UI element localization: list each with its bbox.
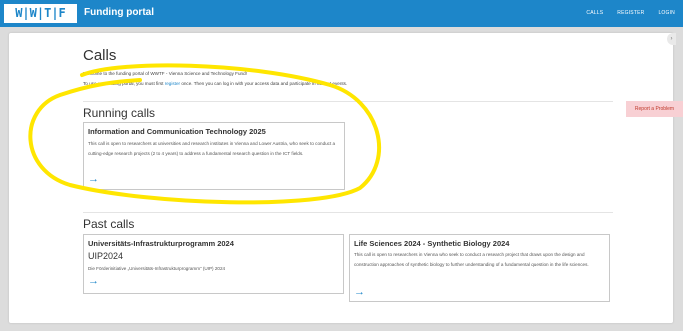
side-tab-icon[interactable]: › xyxy=(667,33,676,45)
wwtf-logo[interactable]: W|W|T|F xyxy=(4,4,77,23)
welcome-text-b: once. Then you can log in with your acce… xyxy=(180,81,348,86)
call-description: Die Förderinitiative „Universitäts-Infra… xyxy=(88,266,226,271)
register-link[interactable]: register xyxy=(165,81,180,86)
welcome-line-2: To use our funding portal, you must firs… xyxy=(83,79,403,89)
call-subtitle: UIP2024 xyxy=(88,251,124,261)
welcome-line-1: Welcome to the funding portal of WWTF - … xyxy=(83,71,247,76)
arrow-right-icon[interactable]: → xyxy=(88,275,99,287)
nav-register-link[interactable]: REGISTER xyxy=(617,10,644,16)
arrow-right-icon[interactable]: → xyxy=(88,173,99,185)
nav-calls-link[interactable]: CALLS xyxy=(586,10,603,16)
call-description: This call is open to researchers in Vien… xyxy=(354,252,589,267)
welcome-text-a: To use our funding portal, you must firs… xyxy=(83,81,165,86)
portal-title[interactable]: Funding portal xyxy=(84,7,154,18)
running-calls-heading: Running calls xyxy=(83,106,156,120)
call-card-ict-2025[interactable]: Information and Communication Technology… xyxy=(83,122,345,190)
call-title[interactable]: Life Sciences 2024 - Synthetic Biology 2… xyxy=(354,239,509,248)
welcome-text: Welcome to the funding portal of WWTF - … xyxy=(83,69,403,89)
top-navigation-bar: W|W|T|F Funding portal CALLS REGISTER LO… xyxy=(0,0,683,27)
top-nav: CALLS REGISTER LOGIN xyxy=(586,10,675,16)
call-title[interactable]: Universitäts-Infrastrukturprogramm 2024 xyxy=(88,239,234,248)
past-calls-heading: Past calls xyxy=(83,217,135,231)
section-divider xyxy=(83,212,613,213)
main-content-card: › Calls Welcome to the funding portal of… xyxy=(9,33,676,323)
report-problem-button[interactable]: Report a Problem xyxy=(626,101,683,117)
nav-login-link[interactable]: LOGIN xyxy=(658,10,675,16)
call-description: This call is open to researchers at univ… xyxy=(88,141,336,156)
arrow-right-icon[interactable]: → xyxy=(354,286,365,298)
call-card-life-sciences-2024[interactable]: Life Sciences 2024 - Synthetic Biology 2… xyxy=(349,234,610,302)
section-divider xyxy=(83,101,613,102)
page-title: Calls xyxy=(83,47,117,64)
call-card-uip-2024[interactable]: Universitäts-Infrastrukturprogramm 2024 … xyxy=(83,234,344,294)
call-title[interactable]: Information and Communication Technology… xyxy=(88,127,266,136)
